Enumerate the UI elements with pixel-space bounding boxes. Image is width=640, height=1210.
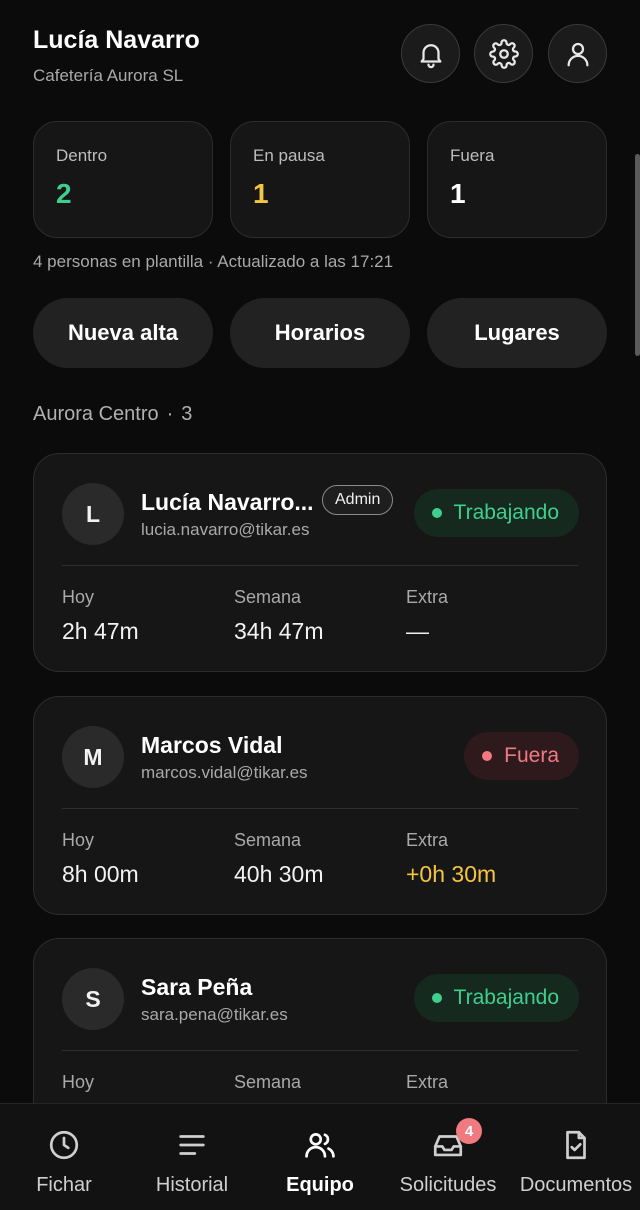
- metric-value: 34h 47m: [234, 618, 324, 644]
- metric-today: Hoy 2h 47m: [62, 587, 139, 645]
- metric-label: Hoy: [62, 1072, 95, 1092]
- gear-icon: [488, 38, 519, 69]
- stats-row: Dentro 2 En pausa 1 Fuera 1: [33, 121, 607, 238]
- document-check-icon: [566, 1130, 586, 1160]
- employee-name: Sara Peña: [141, 974, 253, 1000]
- stat-card-paused[interactable]: En pausa 1: [230, 121, 410, 238]
- divider: [62, 1050, 578, 1051]
- avatar: L: [62, 483, 124, 545]
- metric-week: Semana 34h 47m: [234, 587, 324, 645]
- employee-card[interactable]: M Marcos Vidal marcos.vidal@tikar.es Fue…: [33, 696, 607, 915]
- avatar: S: [62, 968, 124, 1030]
- employee-name: Marcos Vidal: [141, 732, 283, 758]
- avatar: M: [62, 726, 124, 788]
- metric-value: 8h 00m: [62, 861, 139, 887]
- list-icon: [179, 1135, 205, 1155]
- status-label: Fuera: [504, 744, 559, 767]
- stat-value: 2: [56, 178, 72, 209]
- places-button[interactable]: Lugares: [427, 298, 607, 368]
- metric-value: 40h 30m: [234, 861, 324, 887]
- bottom-nav: Fichar Historial Equipo Solicitudes 4 Do…: [0, 1103, 640, 1210]
- nav-item-historial[interactable]: Historial: [128, 1104, 256, 1210]
- nav-label: Equipo: [286, 1174, 354, 1196]
- action-row: Nueva alta Horarios Lugares: [33, 298, 607, 368]
- stat-card-inside[interactable]: Dentro 2: [33, 121, 213, 238]
- employee-card[interactable]: L Lucía Navarro... Admin lucia.navarro@t…: [33, 453, 607, 672]
- metric-week: Semana 40h 30m: [234, 830, 324, 888]
- settings-button[interactable]: [474, 24, 533, 83]
- company-name: Cafetería Aurora SL: [33, 66, 184, 85]
- nav-label: Solicitudes: [399, 1174, 497, 1196]
- stat-card-outside[interactable]: Fuera 1: [427, 121, 607, 238]
- status-badge: Trabajando: [413, 489, 579, 537]
- divider: [62, 565, 578, 566]
- nav-item-equipo[interactable]: Equipo: [256, 1104, 384, 1210]
- metric-today: Hoy: [62, 1072, 94, 1093]
- status-dot: [431, 508, 442, 518]
- page-header: Lucía Navarro Cafetería Aurora SL: [33, 24, 607, 96]
- status-dot: [431, 993, 442, 1003]
- user-icon: [567, 42, 588, 66]
- notification-count-badge: 4: [456, 1118, 482, 1144]
- nav-item-documentos[interactable]: Documentos: [512, 1104, 640, 1210]
- divider: [62, 808, 578, 809]
- group-title: Aurora Centro · 3: [33, 403, 192, 426]
- metric-label: Extra: [406, 830, 449, 850]
- metric-label: Hoy: [62, 587, 95, 607]
- metric-label: Hoy: [62, 830, 95, 850]
- group-count: 3: [181, 403, 193, 425]
- new-employee-button[interactable]: Nueva alta: [33, 298, 213, 368]
- employee-name: Lucía Navarro...: [141, 489, 314, 515]
- staff-summary: 4 personas en plantilla · Actualizado a …: [33, 252, 394, 271]
- metric-value: —: [406, 618, 429, 644]
- schedules-button[interactable]: Horarios: [230, 298, 410, 368]
- nav-label: Documentos: [519, 1174, 633, 1196]
- group-name: Aurora Centro: [33, 403, 159, 425]
- status-label: Trabajando: [453, 986, 559, 1009]
- status-badge: Fuera: [464, 732, 579, 780]
- metric-extra: Extra —: [406, 587, 448, 645]
- metric-week: Semana: [234, 1072, 301, 1093]
- metric-extra: Extra +0h 30m: [406, 830, 496, 888]
- stat-value: 1: [253, 178, 269, 209]
- notifications-button[interactable]: [401, 24, 460, 83]
- nav-label: Historial: [155, 1174, 229, 1196]
- stat-label: Fuera: [450, 146, 495, 165]
- metric-value: +0h 30m: [406, 861, 497, 887]
- nav-item-fichar[interactable]: Fichar: [0, 1104, 128, 1210]
- employee-email: sara.pena@tikar.es: [141, 1005, 288, 1024]
- stat-label: En pausa: [253, 146, 325, 165]
- user-name: Lucía Navarro: [33, 26, 200, 54]
- stat-label: Dentro: [56, 146, 108, 165]
- users-icon: [305, 1133, 335, 1158]
- employee-email: lucia.navarro@tikar.es: [141, 520, 310, 539]
- nav-item-solicitudes[interactable]: Solicitudes 4: [384, 1104, 512, 1210]
- nav-label: Fichar: [36, 1174, 92, 1196]
- role-badge: Admin: [322, 485, 394, 515]
- status-label: Trabajando: [453, 501, 559, 524]
- status-dot: [482, 751, 493, 761]
- group-separator: ·: [166, 403, 174, 425]
- status-badge: Trabajando: [413, 974, 579, 1022]
- stat-value: 1: [450, 178, 466, 209]
- bell-icon: [420, 43, 441, 68]
- clock-icon: [49, 1130, 79, 1160]
- metric-label: Semana: [234, 1072, 302, 1092]
- metric-extra: Extra: [406, 1072, 448, 1093]
- scrollbar[interactable]: [635, 154, 640, 356]
- metric-value: 2h 47m: [62, 618, 139, 644]
- profile-button[interactable]: [548, 24, 607, 83]
- metric-label: Extra: [406, 1072, 449, 1092]
- metric-label: Semana: [234, 587, 302, 607]
- employee-email: marcos.vidal@tikar.es: [141, 763, 308, 782]
- metric-label: Extra: [406, 587, 449, 607]
- metric-label: Semana: [234, 830, 302, 850]
- metric-today: Hoy 8h 00m: [62, 830, 139, 888]
